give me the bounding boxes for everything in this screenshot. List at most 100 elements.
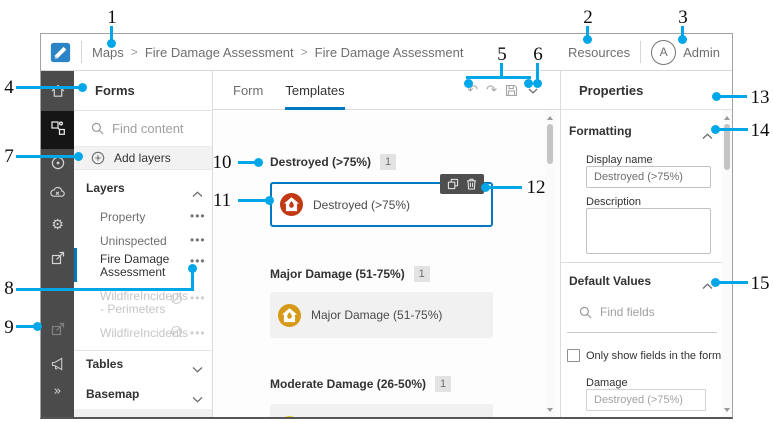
callout-10: 10: [212, 152, 232, 173]
layer-options-icon[interactable]: •••: [190, 292, 206, 304]
breadcrumb-map-name[interactable]: Fire Damage Assessment: [145, 45, 294, 60]
divider: [81, 41, 82, 63]
admin-menu[interactable]: Admin: [683, 45, 720, 60]
callout-line: [16, 155, 76, 158]
divider: [640, 41, 642, 63]
callout-line: [719, 281, 748, 284]
template-symbol-destroyed-icon: [280, 193, 303, 216]
callout-12: 12: [526, 177, 546, 198]
layer-item-property[interactable]: Property: [100, 211, 145, 224]
delete-trash-icon[interactable]: [466, 178, 477, 190]
scroll-down-icon[interactable]: [724, 408, 730, 412]
layers-section-header[interactable]: Layers: [86, 181, 125, 195]
share-icon[interactable]: [49, 249, 66, 266]
find-fields-input[interactable]: [600, 305, 700, 319]
chevron-down-icon[interactable]: [192, 360, 203, 378]
template-count-badge: 1: [380, 154, 397, 170]
callout-line: [16, 325, 34, 328]
callout-line: [489, 186, 522, 189]
divider: [561, 262, 723, 263]
collapse-rail-icon[interactable]: »: [49, 383, 66, 400]
tab-form[interactable]: Form: [233, 71, 263, 110]
forms-icon[interactable]: [49, 119, 66, 136]
templates-list: Destroyed (>75%) 1 Destroyed (>75%) Majo…: [213, 110, 560, 417]
layer-item-wildfire-incidents: WildfireIncidents: [100, 326, 189, 340]
callout-line: [16, 86, 80, 89]
breadcrumb-separator-icon: >: [130, 45, 138, 59]
app-window: Maps > Fire Damage Assessment > Fire Dam…: [40, 33, 733, 419]
save-menu-chevron-icon[interactable]: [528, 88, 538, 94]
scroll-up-icon[interactable]: [724, 116, 730, 120]
only-show-fields-checkbox[interactable]: [567, 349, 580, 362]
layer-disabled-icon: [170, 292, 183, 310]
templates-editor: Form Templates ↶ ↷ Destroyed (>75%) 1 De…: [213, 71, 560, 417]
callout-line: [500, 63, 503, 77]
callout-dot: [33, 322, 42, 331]
forms-panel: Forms Add layers Layers: [74, 71, 213, 417]
layer-item-uninspected[interactable]: Uninspected: [100, 235, 167, 248]
properties-scrollbar[interactable]: [722, 110, 732, 417]
callout-15: 15: [750, 273, 770, 294]
properties-panel-title: Properties: [579, 82, 644, 98]
callout-3: 3: [678, 7, 688, 28]
add-layers-label: Add layers: [114, 151, 171, 165]
callout-line: [466, 76, 531, 79]
selected-layer-indicator: [74, 248, 77, 282]
template-card-moderate-damage[interactable]: Moderate Damage (26-50%): [270, 404, 493, 417]
page: Maps > Fire Damage Assessment > Fire Dam…: [0, 0, 773, 423]
avatar[interactable]: A: [651, 39, 677, 65]
callout-dot: [74, 152, 83, 161]
callout-dot: [464, 79, 473, 88]
forms-panel-title: Forms: [95, 83, 135, 98]
formatting-section-header[interactable]: Formatting: [569, 124, 632, 138]
feedback-megaphone-icon[interactable]: [49, 355, 66, 372]
callout-1: 1: [107, 7, 117, 28]
display-name-input[interactable]: [586, 166, 711, 188]
tables-section-header[interactable]: Tables: [86, 357, 123, 371]
redo-icon[interactable]: ↷: [486, 83, 497, 98]
top-bar: Maps > Fire Damage Assessment > Fire Dam…: [41, 34, 732, 71]
template-group-title: Moderate Damage (26-50%): [270, 377, 427, 391]
chevron-up-icon[interactable]: [192, 185, 203, 203]
callout-dot: [78, 83, 87, 92]
layer-item-fire-damage-assessment[interactable]: Fire Damage Assessment: [100, 253, 182, 279]
save-icon[interactable]: [505, 84, 518, 97]
add-circle-icon: [91, 151, 105, 165]
callout-line: [719, 128, 748, 131]
settings-gear-icon[interactable]: ⚙: [49, 216, 66, 233]
only-show-fields-label: Only show fields in the form: [586, 350, 722, 362]
export-icon: [49, 320, 66, 337]
template-group-title: Major Damage (51-75%): [270, 267, 405, 281]
layer-options-icon[interactable]: •••: [190, 234, 206, 246]
layer-options-icon[interactable]: •••: [190, 210, 206, 222]
find-content-search[interactable]: [74, 111, 212, 147]
layer-options-icon[interactable]: •••: [190, 327, 206, 339]
description-label: Description: [586, 196, 642, 208]
scrollbar-thumb[interactable]: [547, 124, 553, 164]
templates-scrollbar[interactable]: [545, 110, 555, 417]
template-card-major-damage[interactable]: Major Damage (51-75%): [270, 292, 493, 338]
callout-11: 11: [212, 190, 232, 211]
callout-5: 5: [497, 44, 507, 65]
chevron-down-icon[interactable]: [192, 390, 203, 408]
callout-line: [16, 288, 194, 291]
callout-4: 4: [4, 77, 14, 98]
scroll-up-icon[interactable]: [547, 116, 553, 120]
duplicate-icon[interactable]: [447, 178, 459, 190]
search-icon: [91, 122, 104, 135]
default-values-section-header[interactable]: Default Values: [569, 274, 651, 288]
add-layers-button[interactable]: Add layers: [74, 147, 212, 170]
template-count-badge: 1: [413, 266, 430, 282]
damage-field-input[interactable]: [586, 389, 706, 411]
home-icon[interactable]: [49, 82, 66, 99]
scroll-down-icon[interactable]: [547, 408, 553, 412]
basemap-section-header[interactable]: Basemap: [86, 387, 139, 401]
template-count-badge: 1: [435, 376, 452, 392]
find-content-input[interactable]: [112, 121, 207, 136]
resources-link[interactable]: Resources: [568, 45, 630, 60]
breadcrumb-form-name: Fire Damage Assessment: [314, 44, 464, 60]
description-textarea[interactable]: [586, 208, 711, 254]
tab-templates[interactable]: Templates: [285, 71, 345, 110]
offline-cloud-icon[interactable]: [49, 184, 66, 201]
callout-14: 14: [750, 120, 770, 141]
